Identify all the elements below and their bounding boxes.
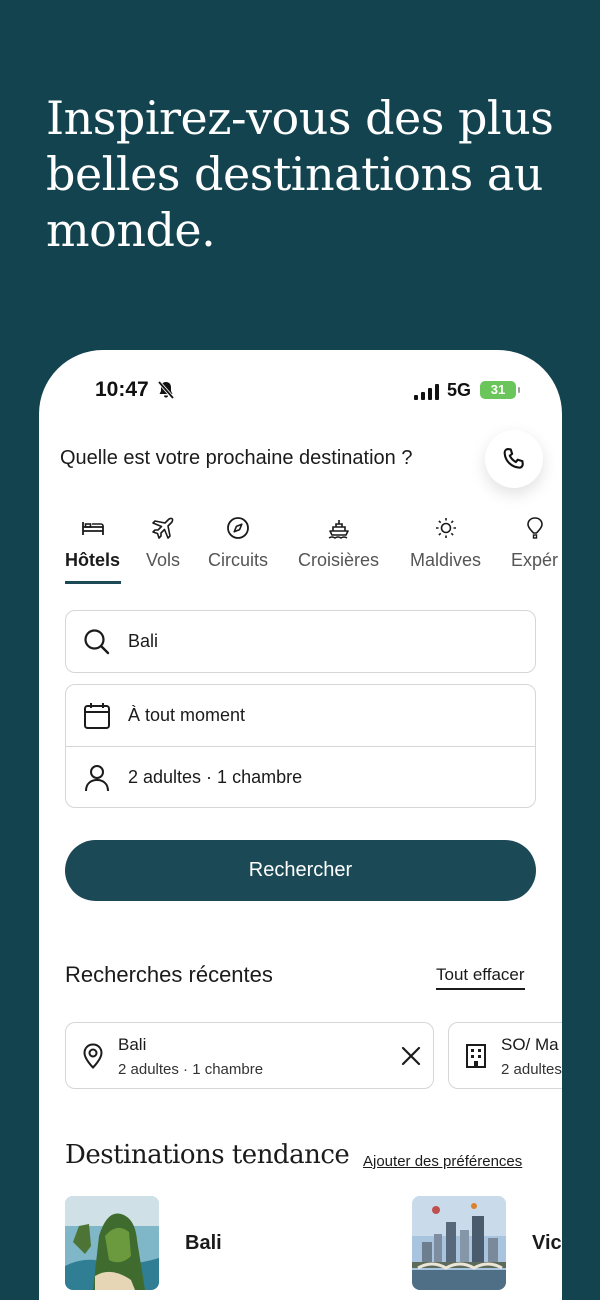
battery-indicator: 31 (480, 381, 520, 399)
tab-tours[interactable]: Circuits (208, 516, 268, 571)
dates-value: À tout moment (128, 705, 246, 725)
destination-name: Vic (532, 1232, 562, 1254)
tab-label: Hôtels (65, 550, 121, 570)
status-bar: 10:47 5G 31 (39, 376, 562, 406)
bell-muted-icon (157, 380, 175, 400)
trending-title: Destinations tendance (65, 1140, 350, 1170)
search-icon (84, 629, 110, 655)
balloon-icon (526, 517, 543, 539)
bed-icon (81, 522, 104, 535)
search-button[interactable]: Rechercher (65, 840, 536, 901)
destination-image (65, 1196, 159, 1290)
tab-flights[interactable]: Vols (146, 516, 180, 571)
dates-input[interactable]: À tout moment (66, 685, 535, 746)
calendar-icon (84, 703, 110, 729)
destination-name: Bali (185, 1232, 222, 1254)
recent-subtitle: 2 adultes · 1 chambre (118, 1061, 264, 1078)
tab-cruises[interactable]: Croisières (298, 516, 379, 571)
person-icon (85, 765, 109, 792)
recent-search-card[interactable]: Bali 2 adultes · 1 chambre (65, 1022, 434, 1089)
tab-label: Expér (511, 550, 559, 570)
guests-value: 2 adultes · 1 chambre (128, 766, 303, 787)
add-preferences-link[interactable]: Ajouter des préférences (363, 1153, 522, 1170)
recent-title: SO/ Ma (501, 1035, 559, 1054)
recent-subtitle: 2 adultes (501, 1061, 562, 1078)
tab-label: Vols (146, 550, 181, 570)
recent-title: Bali (118, 1035, 147, 1054)
destination-value: Bali (128, 631, 159, 651)
destination-field[interactable]: Bali (65, 610, 536, 673)
tab-hotels[interactable]: Hôtels (65, 516, 120, 571)
network-label: 5G (447, 380, 472, 400)
call-button[interactable] (485, 430, 543, 488)
hero-title: Inspirez-vous des plus belles destinatio… (46, 91, 554, 257)
destination-image (412, 1196, 506, 1290)
close-icon[interactable] (399, 1044, 423, 1068)
category-tabs: Hôtels Vols Circuits Croisières Maldives… (39, 516, 562, 586)
destination-input[interactable]: Bali (66, 611, 535, 672)
guests-input[interactable]: 2 adultes · 1 chambre (66, 746, 535, 807)
phone-icon (503, 448, 524, 469)
location-pin-icon (83, 1043, 103, 1069)
active-tab-indicator (65, 581, 121, 584)
ship-icon (328, 520, 349, 539)
tab-label: Circuits (208, 550, 269, 570)
recent-search-card[interactable]: SO/ Ma 2 adultes (448, 1022, 562, 1089)
signal-icon (414, 384, 439, 400)
phone-screen: 10:47 5G 31 Quelle est votre prochaine d… (39, 350, 562, 1300)
sun-icon (435, 518, 456, 538)
tab-label: Maldives (410, 550, 482, 570)
dates-guests-field: À tout moment 2 adultes · 1 chambre (65, 684, 536, 808)
building-icon (466, 1044, 486, 1068)
tab-experiences[interactable]: Expér (511, 516, 558, 571)
recent-searches-title: Recherches récentes (65, 962, 273, 987)
destination-question: Quelle est votre prochaine destination ? (60, 447, 413, 469)
plane-icon (152, 517, 174, 539)
clear-all-link[interactable]: Tout effacer (436, 965, 525, 990)
tab-label: Croisières (298, 550, 380, 570)
status-time: 10:47 (95, 378, 149, 401)
compass-icon (227, 517, 249, 539)
tab-maldives[interactable]: Maldives (410, 516, 481, 571)
